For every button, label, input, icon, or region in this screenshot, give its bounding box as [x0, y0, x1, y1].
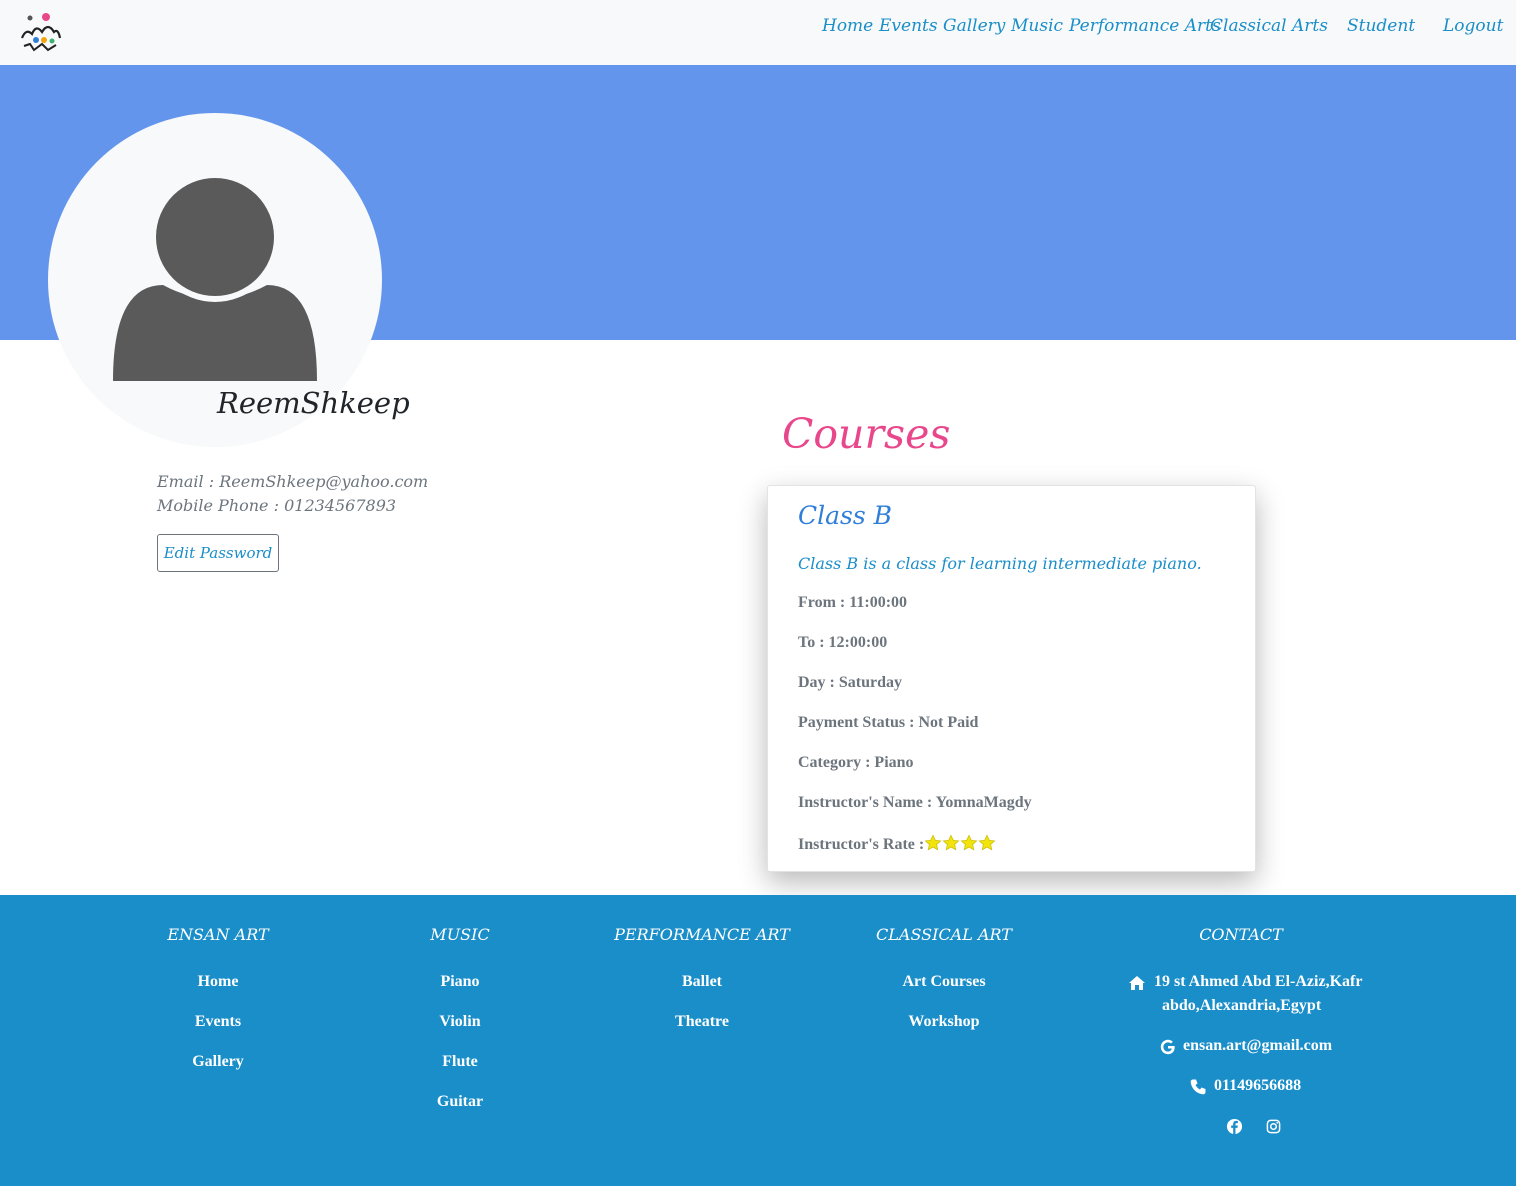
- profile-phone: Mobile Phone : 01234567893: [157, 496, 397, 515]
- edit-password-button[interactable]: Edit Password: [157, 534, 279, 572]
- profile-email: Email : ReemShkeep@yahoo.com: [157, 472, 429, 491]
- home-icon: [1129, 976, 1145, 990]
- contact-email[interactable]: ensan.art@gmail.com: [1183, 1037, 1332, 1055]
- instructor-rate-label: Instructor's Rate :: [798, 836, 925, 853]
- nav-classical-arts[interactable]: Classical Arts: [1210, 16, 1328, 36]
- footer-link-violin[interactable]: Violin: [439, 1013, 480, 1031]
- course-payment-status: Payment Status : Not Paid: [798, 714, 979, 731]
- footer-heading-ensan-art: ENSAN ART: [167, 925, 269, 944]
- nav-events[interactable]: Events: [879, 16, 938, 36]
- course-from: From : 11:00:00: [798, 594, 908, 611]
- course-title: Class B: [798, 501, 893, 530]
- footer: ENSAN ART Home Events Gallery MUSIC Pian…: [0, 895, 1516, 1186]
- footer-heading-classical-art: CLASSICAL ART: [876, 925, 1012, 944]
- star-icon: [960, 834, 978, 851]
- star-icon: [978, 834, 996, 851]
- course-instructor-rate: Instructor's Rate :: [798, 834, 996, 857]
- footer-heading-music: MUSIC: [430, 925, 490, 944]
- profile-username: ReemShkeep: [217, 386, 410, 420]
- navbar: Home Events Gallery Music Performance Ar…: [0, 0, 1516, 65]
- course-day: Day : Saturday: [798, 674, 903, 691]
- course-instructor-name: Instructor's Name : YomnaMagdy: [798, 794, 1032, 811]
- nav-performance-arts[interactable]: Performance Arts: [1069, 16, 1221, 36]
- nav-logout[interactable]: Logout: [1443, 16, 1503, 36]
- course-category: Category : Piano: [798, 754, 914, 771]
- nav-gallery[interactable]: Gallery: [943, 16, 1005, 36]
- course-card: Class B Class B is a class for learning …: [767, 485, 1256, 872]
- footer-heading-contact: CONTACT: [1199, 925, 1283, 944]
- course-to: To : 12:00:00: [798, 634, 888, 651]
- nav-student[interactable]: Student: [1347, 16, 1415, 36]
- instagram-icon[interactable]: [1266, 1119, 1281, 1134]
- contact-address-line2: abdo,Alexandria,Egypt: [1162, 997, 1322, 1014]
- course-description: Class B is a class for learning intermed…: [798, 554, 1202, 573]
- nav-home[interactable]: Home: [822, 16, 873, 36]
- footer-link-flute[interactable]: Flute: [442, 1053, 478, 1071]
- phone-icon: [1190, 1079, 1206, 1095]
- star-icon: [924, 834, 942, 851]
- nav-music[interactable]: Music: [1011, 16, 1063, 36]
- footer-heading-performance-art: PERFORMANCE ART: [614, 925, 790, 944]
- contact-phone[interactable]: 01149656688: [1214, 1077, 1301, 1095]
- footer-link-events[interactable]: Events: [195, 1013, 241, 1031]
- footer-link-theatre[interactable]: Theatre: [675, 1013, 729, 1031]
- footer-link-gallery[interactable]: Gallery: [192, 1053, 244, 1071]
- footer-link-piano[interactable]: Piano: [440, 973, 479, 991]
- footer-link-home[interactable]: Home: [198, 973, 239, 991]
- instructor-rate-stars: [924, 834, 996, 857]
- footer-link-guitar[interactable]: Guitar: [437, 1093, 483, 1111]
- ensan-art-logo[interactable]: [16, 10, 64, 54]
- star-icon: [942, 834, 960, 851]
- courses-title: Courses: [782, 410, 951, 458]
- facebook-icon[interactable]: [1226, 1118, 1243, 1135]
- footer-link-workshop[interactable]: Workshop: [908, 1013, 979, 1031]
- footer-link-art-courses[interactable]: Art Courses: [902, 973, 985, 991]
- google-icon: [1160, 1039, 1175, 1055]
- contact-address-line1: 19 st Ahmed Abd El-Aziz,Kafr: [1154, 973, 1363, 990]
- footer-link-ballet[interactable]: Ballet: [682, 973, 722, 991]
